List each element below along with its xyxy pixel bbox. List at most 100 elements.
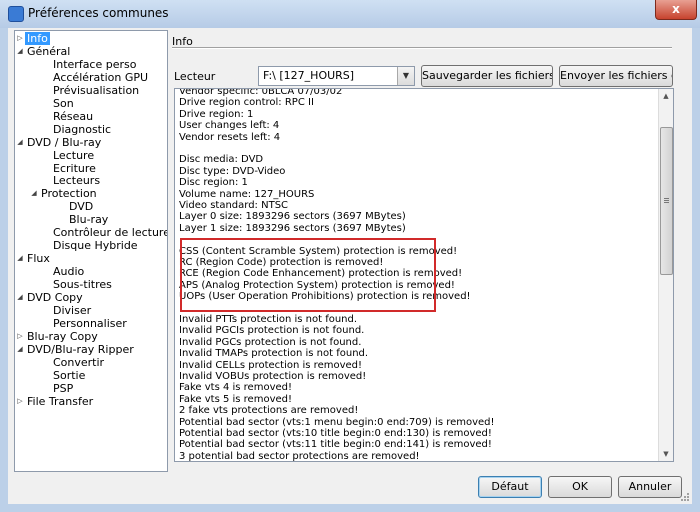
log-line: Invalid PTTs protection is not found. xyxy=(179,314,358,325)
tree-item-label: DVD / Blu-ray xyxy=(27,135,102,149)
tree-item-sous-titres[interactable]: Sous-titres xyxy=(15,278,165,291)
tree-item-label: Interface perso xyxy=(53,57,137,71)
tree-item-label: Flux xyxy=(27,252,50,266)
tree-item-psp[interactable]: PSP xyxy=(15,382,165,395)
tree-item-r-seau[interactable]: Réseau xyxy=(15,110,165,123)
tree-item-audio[interactable]: Audio xyxy=(15,265,165,278)
tree-item-interface-perso[interactable]: Interface perso xyxy=(15,58,165,71)
tree-item-dvd-blu-ray-ripper[interactable]: ◢ DVD/Blu-ray Ripper xyxy=(15,343,165,356)
tree-item-label: Info xyxy=(25,32,50,45)
log-line: Invalid CELLs protection is removed! xyxy=(179,359,363,371)
scrollbar-thumb[interactable] xyxy=(660,127,673,275)
tree-item-pr-visualisation[interactable]: Prévisualisation xyxy=(15,84,165,97)
tree-item-dvd[interactable]: DVD xyxy=(15,200,165,213)
drive-select-value: F:\ [127_HOURS] xyxy=(263,69,355,82)
collapse-icon[interactable]: ◢ xyxy=(15,136,25,149)
tree-item-label: Disque Hybride xyxy=(53,239,138,253)
log-line: Potential bad sector (vts:1 menu begin:0… xyxy=(179,416,495,428)
drive-select[interactable]: F:\ [127_HOURS] ▼ xyxy=(258,66,415,86)
scroll-down-icon[interactable]: ▼ xyxy=(659,447,673,461)
tree-item-label: Diviser xyxy=(53,303,92,317)
tree-item-dvd-copy[interactable]: ◢ DVD Copy xyxy=(15,291,165,304)
tree-item-label: Ecriture xyxy=(53,161,96,175)
tree-item-flux[interactable]: ◢ Flux xyxy=(15,252,165,265)
tree-item-label: Réseau xyxy=(53,109,94,123)
tree-item-label: Personnaliser xyxy=(53,316,127,330)
scroll-up-icon[interactable]: ▲ xyxy=(659,89,673,103)
tree-item-disque-hybride[interactable]: Disque Hybride xyxy=(15,239,165,252)
expand-icon[interactable]: ▷ xyxy=(15,32,25,45)
app-icon xyxy=(8,6,24,22)
drive-label: Lecteur xyxy=(174,70,216,83)
tree-item-blu-ray[interactable]: Blu-ray xyxy=(15,213,165,226)
log-line: Invalid PGCs protection is not found. xyxy=(179,336,362,348)
cancel-button[interactable]: Annuler xyxy=(618,476,682,498)
close-button[interactable]: x xyxy=(655,0,697,20)
vertical-scrollbar[interactable]: ▲ ▼ xyxy=(658,89,673,461)
tree-item-son[interactable]: Son xyxy=(15,97,165,110)
expand-icon[interactable]: ▷ xyxy=(15,330,25,343)
tree-item-label: Blu-ray Copy xyxy=(27,329,98,343)
tree-item-file-transfer[interactable]: ▷ File Transfer xyxy=(15,395,165,408)
log-line: Layer 1 size: 1893296 sectors (3697 MByt… xyxy=(179,222,406,234)
tree-item-acc-l-ration-gpu[interactable]: Accélération GPU xyxy=(15,71,165,84)
tree-item-diviser[interactable]: Diviser xyxy=(15,304,165,317)
tree-item-label: Sortie xyxy=(53,368,86,382)
tree-item-convertir[interactable]: Convertir xyxy=(15,356,165,369)
log-line: Potential bad sector (vts:10 title begin… xyxy=(179,428,492,439)
log-line: Invalid TMAPs protection is not found. xyxy=(179,348,369,360)
tree-item-lecture[interactable]: Lecture xyxy=(15,149,165,162)
log-line: Invalid PGCIs protection is not found. xyxy=(179,325,365,337)
tree-item-contr-leur-de-lecture[interactable]: Contrôleur de lecture xyxy=(15,226,168,240)
tree-item-label: Audio xyxy=(53,265,85,279)
tree-item-blu-ray-copy[interactable]: ▷ Blu-ray Copy xyxy=(15,330,165,343)
tree-item-info[interactable]: ▷ Info xyxy=(15,32,165,45)
tree-item-label: DVD Copy xyxy=(27,291,83,304)
collapse-icon[interactable]: ◢ xyxy=(15,252,25,265)
expand-icon[interactable]: ▷ xyxy=(15,395,25,408)
collapse-icon[interactable]: ◢ xyxy=(15,343,25,356)
log-line: Drive region control: RPC II xyxy=(179,97,314,109)
save-info-files-button[interactable]: Sauvegarder les fichiers d'infos xyxy=(421,65,553,87)
info-log-textarea[interactable]: Vendor specific: 0BLCA 07/03/02 Drive reg… xyxy=(174,88,674,462)
tree-item-ecriture[interactable]: Ecriture xyxy=(15,162,165,175)
tree-item-protection[interactable]: ◢ Protection xyxy=(15,187,165,200)
chevron-down-icon[interactable]: ▼ xyxy=(397,67,414,85)
tree-item-label: DVD xyxy=(69,200,94,214)
resize-grip-icon[interactable] xyxy=(680,492,690,502)
tree-item-label: Blu-ray xyxy=(69,213,109,227)
collapse-icon[interactable]: ◢ xyxy=(15,291,25,304)
log-line: 2 fake vts protections are removed! xyxy=(179,405,359,417)
collapse-icon[interactable]: ◢ xyxy=(15,45,25,58)
tree-item-label: Lecteurs xyxy=(53,174,101,188)
tree-item-label: Convertir xyxy=(53,355,105,369)
log-line: Drive region: 1 xyxy=(179,108,254,120)
tree-item-label: Accélération GPU xyxy=(53,70,149,84)
log-line: Potential bad sector (vts:11 title begin… xyxy=(179,439,492,451)
collapse-icon[interactable]: ◢ xyxy=(29,187,39,200)
tree-item-label: Lecture xyxy=(53,148,95,162)
tree-item-label: Contrôleur de lecture xyxy=(53,226,168,240)
window-title: Préférences communes xyxy=(28,6,169,20)
tree-item-diagnostic[interactable]: Diagnostic xyxy=(15,123,165,136)
tree-item-label: DVD/Blu-ray Ripper xyxy=(27,342,134,356)
tree-item-dvd-blu-ray[interactable]: ◢ DVD / Blu-ray xyxy=(15,136,165,149)
log-line: 3 potential bad sector protections are r… xyxy=(179,450,420,462)
send-info-files-button[interactable]: Envoyer les fichiers d'infos xyxy=(559,65,673,87)
tree-item-g-n-ral[interactable]: ◢ Général xyxy=(15,45,165,58)
title-bar[interactable]: Préférences communes x xyxy=(0,0,700,28)
tree-item-label: Sous-titres xyxy=(53,278,112,292)
tree-item-sortie[interactable]: Sortie xyxy=(15,369,165,382)
log-line: Disc region: 1 xyxy=(179,177,248,189)
tree-item-label: Général xyxy=(27,44,71,58)
tree-item-personnaliser[interactable]: Personnaliser xyxy=(15,317,165,330)
tree-item-label: Son xyxy=(53,96,74,110)
log-line: User changes left: 4 xyxy=(179,120,280,132)
tree-item-lecteurs[interactable]: Lecteurs xyxy=(15,174,165,187)
log-line: Layer 0 size: 1893296 sectors (3697 MByt… xyxy=(179,211,406,223)
log-line: Video standard: NTSC xyxy=(179,200,289,211)
log-line: Invalid VOBUs protection is removed! xyxy=(179,371,367,382)
ok-button[interactable]: OK xyxy=(548,476,612,498)
default-button[interactable]: Défaut xyxy=(478,476,542,498)
settings-tree[interactable]: ▷ Info ◢ Général Interface perso Accélération… xyxy=(14,30,168,472)
